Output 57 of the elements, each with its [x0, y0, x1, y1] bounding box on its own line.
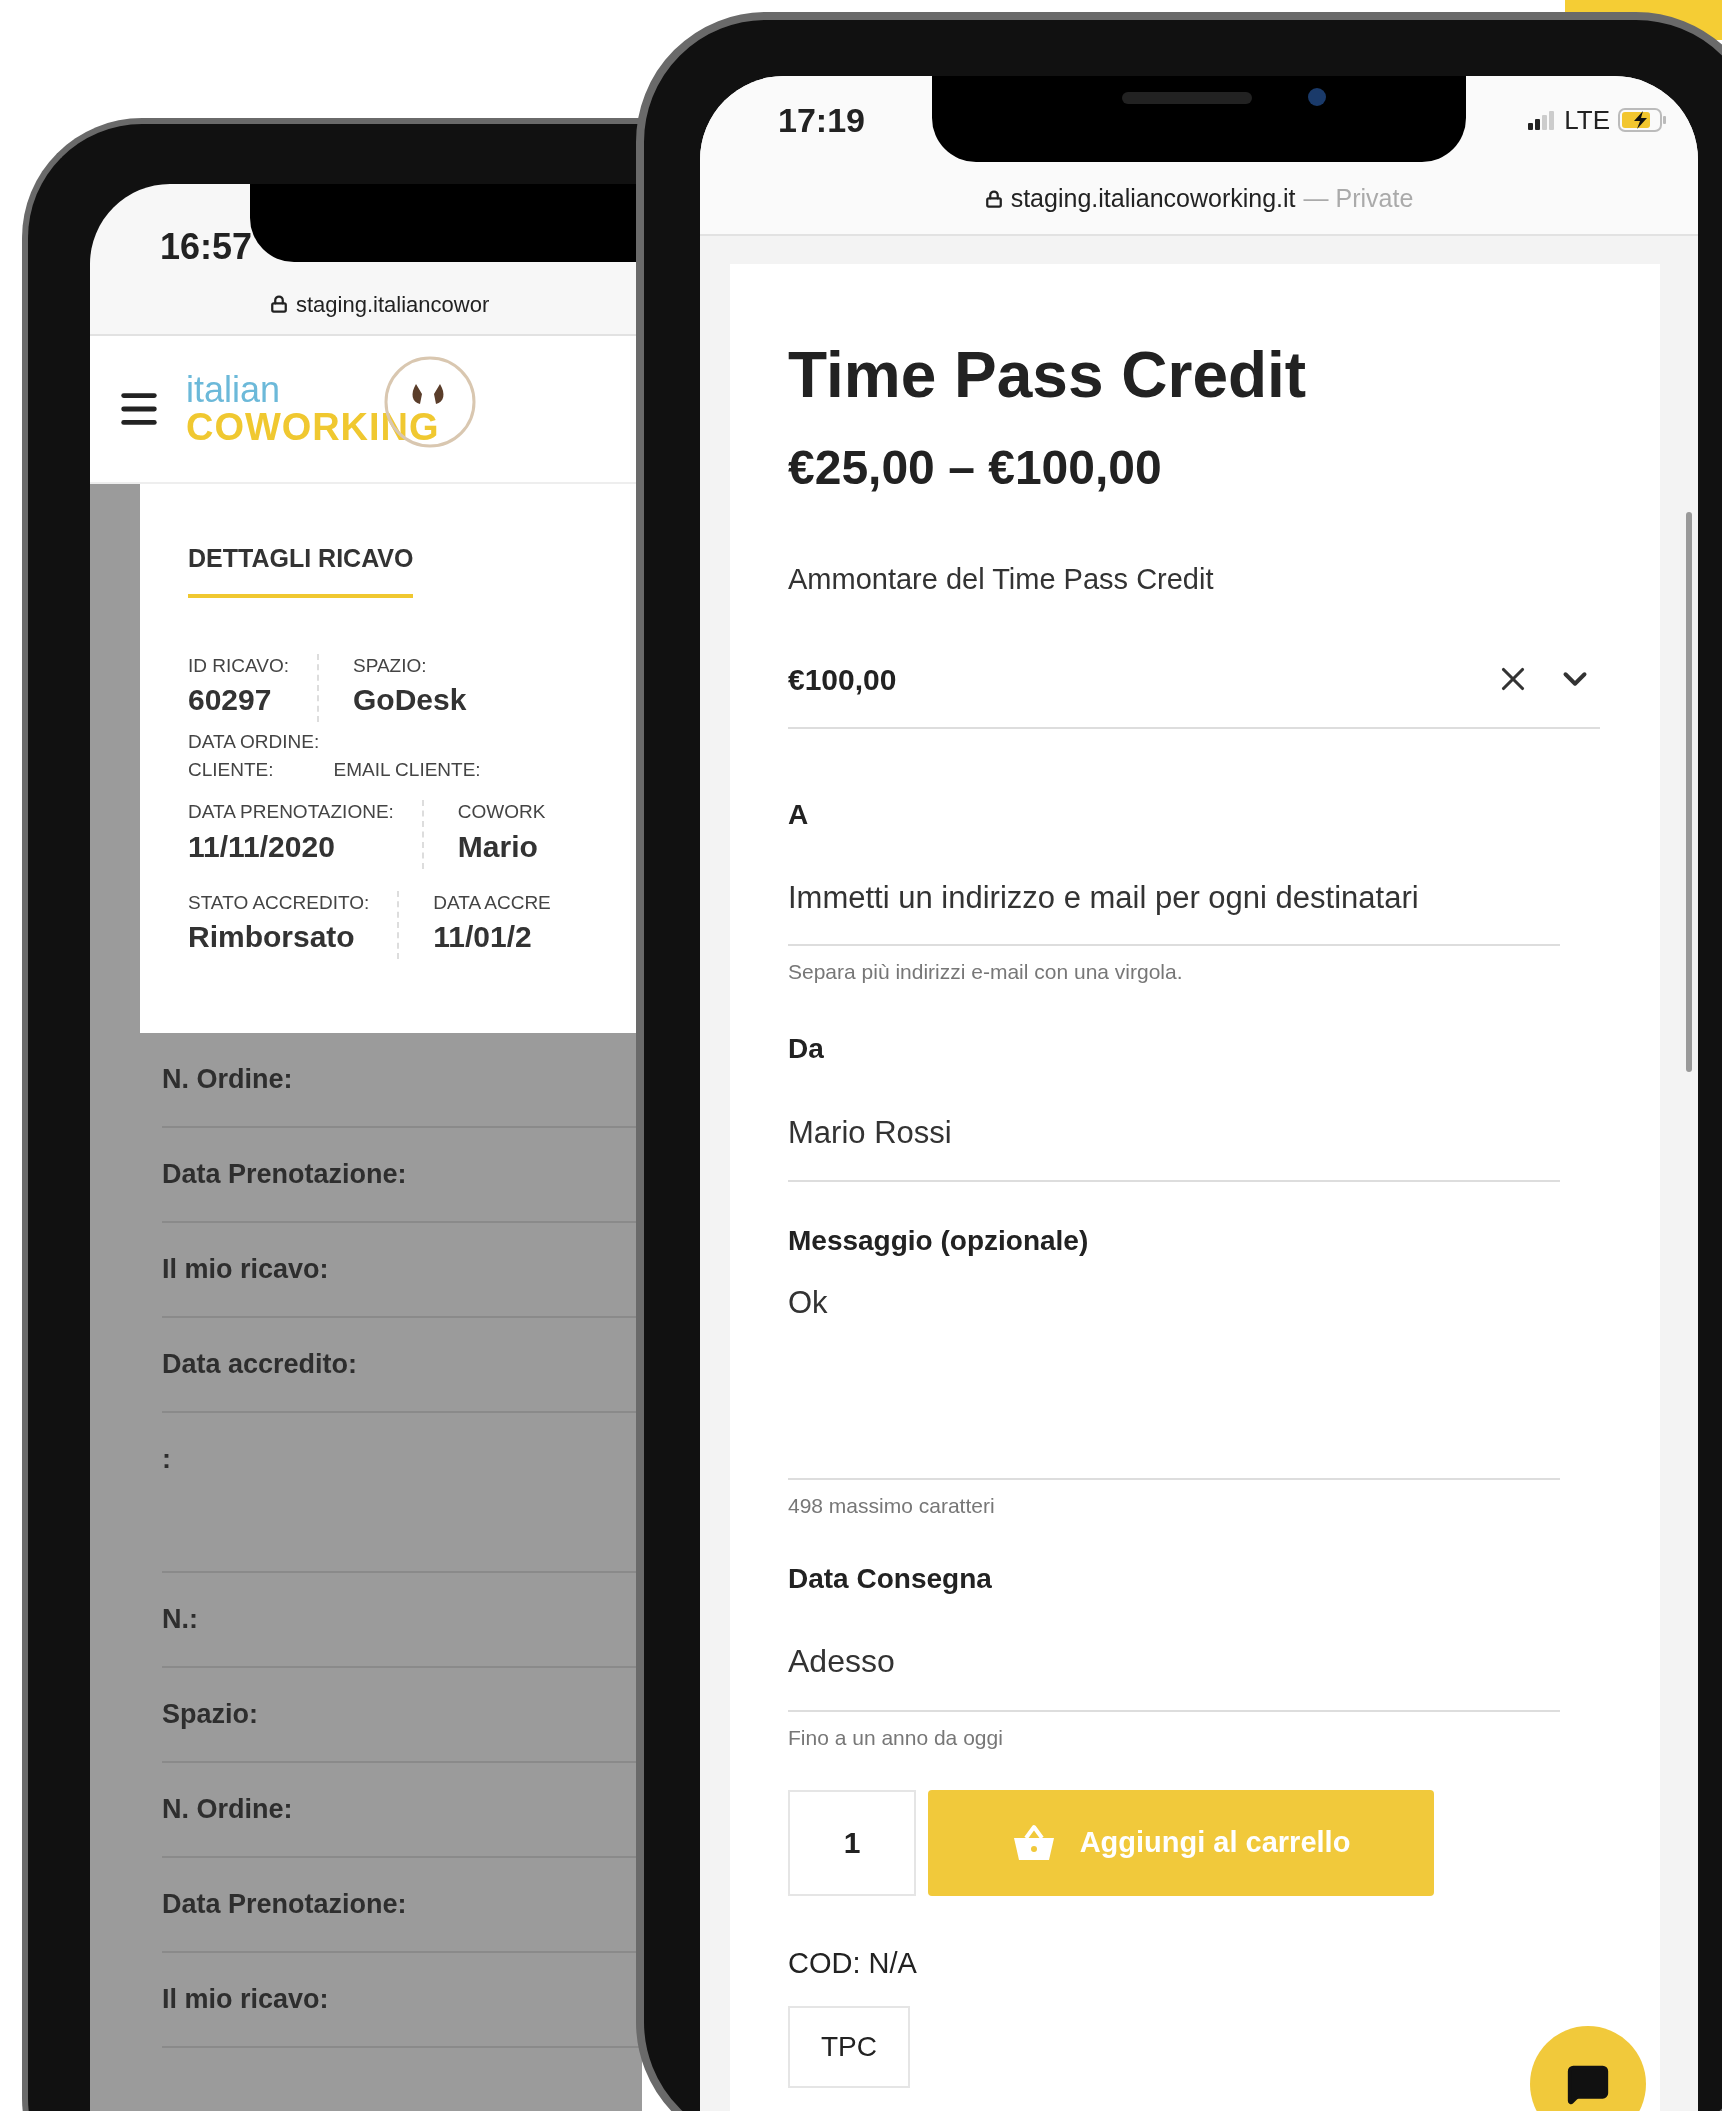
card-title: DETTAGLI RICAVO — [188, 540, 414, 598]
private-label: — Private — [1303, 183, 1414, 215]
product-title: Time Pass Credit — [788, 338, 1307, 413]
lock-icon — [984, 190, 1003, 208]
field-value: Rimborsato — [188, 919, 356, 956]
field-value: Mario — [457, 828, 539, 865]
quantity-input[interactable]: 1 — [788, 1790, 916, 1896]
signal-icon — [1528, 110, 1557, 130]
field-label: A — [788, 797, 809, 832]
row-label: Il mio ricavo: — [162, 1984, 329, 2015]
row-label: Spazio: — [162, 1699, 258, 1730]
url-text: staging.italiancoworking.it — [1010, 183, 1296, 215]
battery-icon — [1618, 108, 1668, 132]
field-label: EMAIL CLIENTE: — [333, 758, 481, 782]
field-label: DATA ACCRE — [433, 890, 551, 915]
row-label: Data accredito: — [162, 1349, 358, 1380]
field-value: 11/01/2 — [433, 919, 533, 956]
status-time: 17:19 — [778, 99, 865, 141]
field-label: STATO ACCREDITO: — [188, 890, 370, 915]
field-label: SPAZIO: — [353, 653, 428, 678]
field-label: Ammontare del Time Pass Credit — [788, 562, 1214, 597]
row-label: N. Ordine: — [162, 1064, 293, 1095]
logo-text: COWORKING — [186, 408, 440, 446]
field-label: Data Consegna — [788, 1561, 992, 1596]
row-label: Data Prenotazione: — [162, 1159, 407, 1190]
field-label: Da — [788, 1032, 824, 1066]
field-label: ID RICAVO: — [188, 653, 289, 678]
logo-text: italian — [186, 372, 281, 408]
amount-select[interactable]: €100,00 — [788, 639, 1600, 729]
email-input[interactable]: Immetti un indirizzo e mail per ogni destinatari — [788, 851, 1560, 946]
field-label: DATA ORDINE: — [188, 730, 320, 754]
field-label: COWORK — [457, 799, 546, 824]
row-label: N. Ordine: — [162, 1794, 293, 1825]
status-time: 16:57 — [160, 226, 253, 267]
product-code: COD: N/A — [788, 1946, 917, 1981]
field-value: 60297 — [188, 682, 273, 719]
field-value: 11/11/2020 — [188, 828, 336, 865]
row-label: : — [162, 1444, 171, 1475]
url-text: staging.italiancowor — [296, 290, 490, 319]
row-label: Il mio ricavo: — [162, 1254, 329, 1285]
field-label: Messaggio (opzionale) — [788, 1224, 1089, 1258]
sender-input[interactable]: Mario Rossi — [788, 1086, 1560, 1182]
basket-icon — [1011, 1824, 1056, 1862]
field-label: DATA PRENOTAZIONE: — [188, 799, 394, 824]
field-hint: 498 massimo caratteri — [788, 1493, 995, 1519]
message-input[interactable]: Ok — [788, 1280, 1560, 1480]
row-label: Data Prenotazione: — [162, 1889, 407, 1920]
delivery-input[interactable]: Adesso — [788, 1613, 1560, 1712]
field-hint: Separa più indirizzi e-mail con una virgola. — [788, 958, 1183, 985]
lock-icon — [270, 295, 288, 313]
field-value: GoDesk — [353, 682, 467, 719]
price-range: €25,00 – €100,00 — [788, 440, 1162, 496]
row-label: N.: — [162, 1604, 198, 1635]
field-hint: Fino a un anno da oggi — [788, 1724, 1003, 1751]
network-label: LTE — [1564, 103, 1610, 137]
field-label: CLIENTE: — [188, 758, 274, 782]
product-tag[interactable]: TPC — [788, 2005, 910, 2088]
